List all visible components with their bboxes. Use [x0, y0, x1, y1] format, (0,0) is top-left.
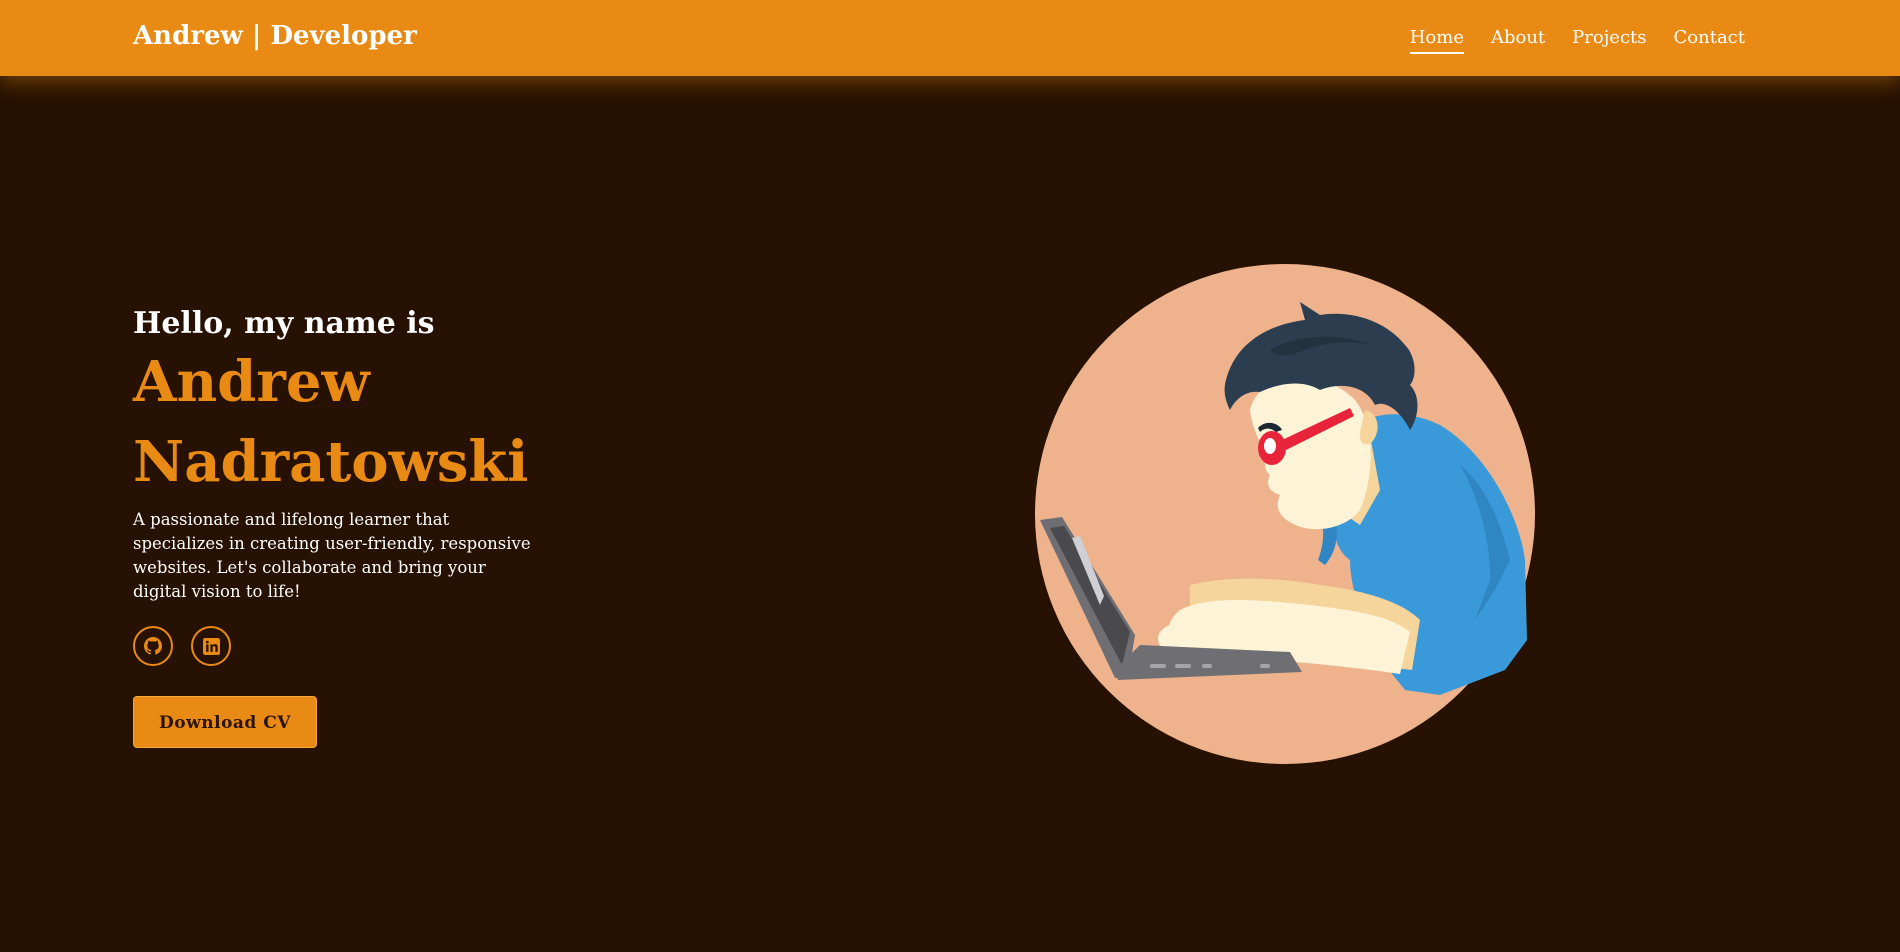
hero-first-name: Andrew: [133, 349, 370, 415]
social-links: [133, 626, 553, 666]
brand-logo[interactable]: Andrew | Developer: [133, 21, 417, 51]
top-navbar: Andrew | Developer Home About Projects C…: [0, 0, 1900, 76]
nav-link-about[interactable]: About: [1491, 27, 1545, 54]
hero-last-name: Nadratowski: [133, 429, 529, 495]
linkedin-icon: [202, 637, 220, 655]
nav-link-projects[interactable]: Projects: [1572, 27, 1646, 54]
nav-link-home[interactable]: Home: [1409, 27, 1464, 54]
developer-illustration: [1035, 264, 1535, 764]
download-cv-button[interactable]: Download CV: [133, 696, 317, 748]
illustration-laptop-key: [1175, 664, 1191, 668]
illustration-laptop-key: [1150, 664, 1166, 668]
hero-greeting: Hello, my name is: [133, 306, 435, 341]
linkedin-link[interactable]: [191, 626, 231, 666]
nav-links: Home About Projects Contact: [1409, 27, 1745, 54]
illustration-laptop-key: [1260, 664, 1270, 668]
illustration-laptop-key: [1202, 664, 1212, 668]
nav-link-contact[interactable]: Contact: [1674, 27, 1745, 54]
hero-intro: Hello, my name is Andrew Nadratowski A p…: [133, 306, 553, 748]
github-icon: [144, 637, 162, 655]
hero-tagline: A passionate and lifelong learner that s…: [133, 510, 531, 601]
illustration-glasses-shine: [1264, 438, 1276, 454]
github-link[interactable]: [133, 626, 173, 666]
